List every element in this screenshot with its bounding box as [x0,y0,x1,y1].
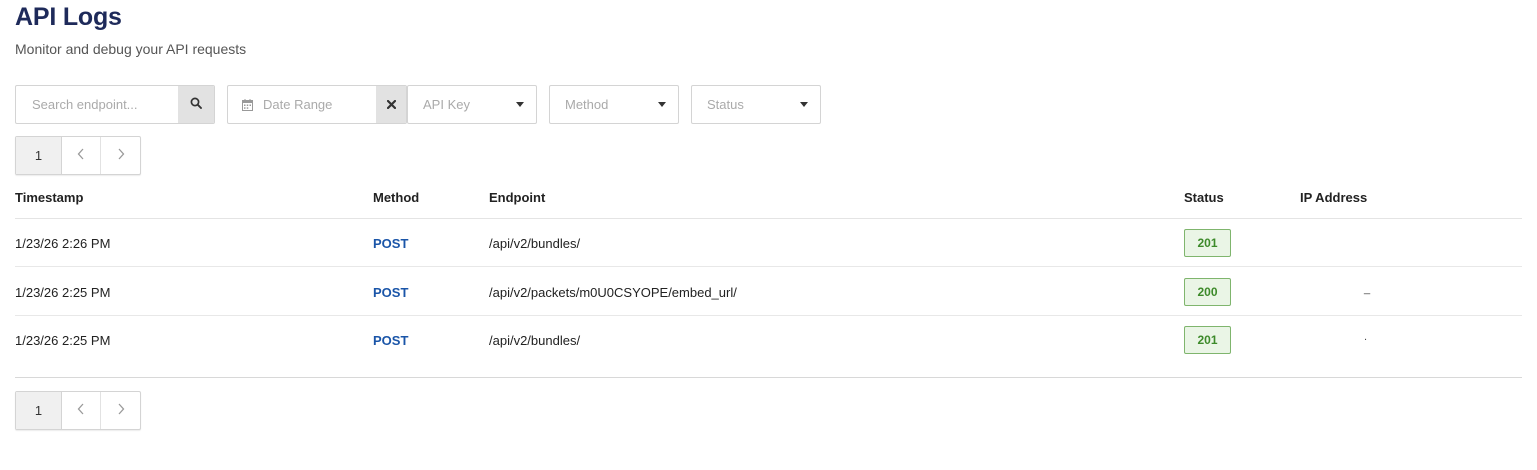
date-range-label: Date Range [263,97,333,112]
pagination-top: 1 [15,136,141,175]
previous-page-button[interactable] [62,392,101,429]
table-row[interactable]: 1/23/26 2:25 PM POST /api/v2/packets/m0U… [15,268,1522,316]
api-key-select[interactable]: API Key [407,85,537,124]
endpoint-cell: /api/v2/bundles/ [489,236,581,251]
calendar-icon [242,98,253,111]
table-header: Timestamp Method Endpoint Status IP Addr… [15,182,1522,219]
api-logs-page: API Logs Monitor and debug your API requ… [0,0,1537,470]
previous-page-button[interactable] [62,137,101,174]
page-title: API Logs [15,3,122,31]
page-number-button[interactable]: 1 [16,392,62,429]
date-range-field[interactable]: Date Range [228,86,376,123]
next-page-button[interactable] [101,137,140,174]
column-header-ip-address[interactable]: IP Address [1300,190,1367,205]
search-input[interactable] [16,86,178,123]
close-icon [386,96,396,114]
status-select-label: Status [707,97,744,112]
endpoint-cell: /api/v2/bundles/ [489,333,581,348]
clear-date-button[interactable] [376,86,406,123]
page-subtitle: Monitor and debug your API requests [15,41,247,57]
chevron-down-icon [800,102,808,107]
method-select-label: Method [565,97,609,112]
table-row[interactable]: 1/23/26 2:26 PM POST /api/v2/bundles/ 20… [15,219,1522,267]
timestamp-cell: 1/23/26 2:26 PM [15,236,111,251]
chevron-right-icon [117,147,125,165]
method-cell: POST [373,236,409,251]
pagination-bottom: 1 [15,391,141,430]
column-header-timestamp[interactable]: Timestamp [15,190,83,205]
status-badge: 200 [1184,278,1231,306]
column-header-status[interactable]: Status [1184,190,1224,205]
timestamp-cell: 1/23/26 2:25 PM [15,333,111,348]
api-key-select-label: API Key [423,97,470,112]
timestamp-cell: 1/23/26 2:25 PM [15,285,111,300]
chevron-down-icon [658,102,666,107]
search-box [15,85,215,124]
page-number-button[interactable]: 1 [16,137,62,174]
endpoint-cell: /api/v2/packets/m0U0CSYOPE/embed_url/ [489,285,737,300]
ip-address-cell: . [1364,331,1368,343]
chevron-down-icon [516,102,524,107]
status-select[interactable]: Status [691,85,821,124]
date-range-picker[interactable]: Date Range [227,85,407,124]
method-cell: POST [373,285,409,300]
column-header-method[interactable]: Method [373,190,419,205]
status-badge: 201 [1184,229,1231,257]
search-button[interactable] [178,86,214,123]
chevron-left-icon [77,402,85,420]
column-header-endpoint[interactable]: Endpoint [489,190,545,205]
status-badge: 201 [1184,326,1231,354]
table-row[interactable]: 1/23/26 2:25 PM POST /api/v2/bundles/ 20… [15,316,1522,378]
method-cell: POST [373,333,409,348]
search-icon [190,96,202,114]
chevron-right-icon [117,402,125,420]
next-page-button[interactable] [101,392,140,429]
ip-address-cell: _ [1364,283,1371,295]
method-select[interactable]: Method [549,85,679,124]
chevron-left-icon [77,147,85,165]
